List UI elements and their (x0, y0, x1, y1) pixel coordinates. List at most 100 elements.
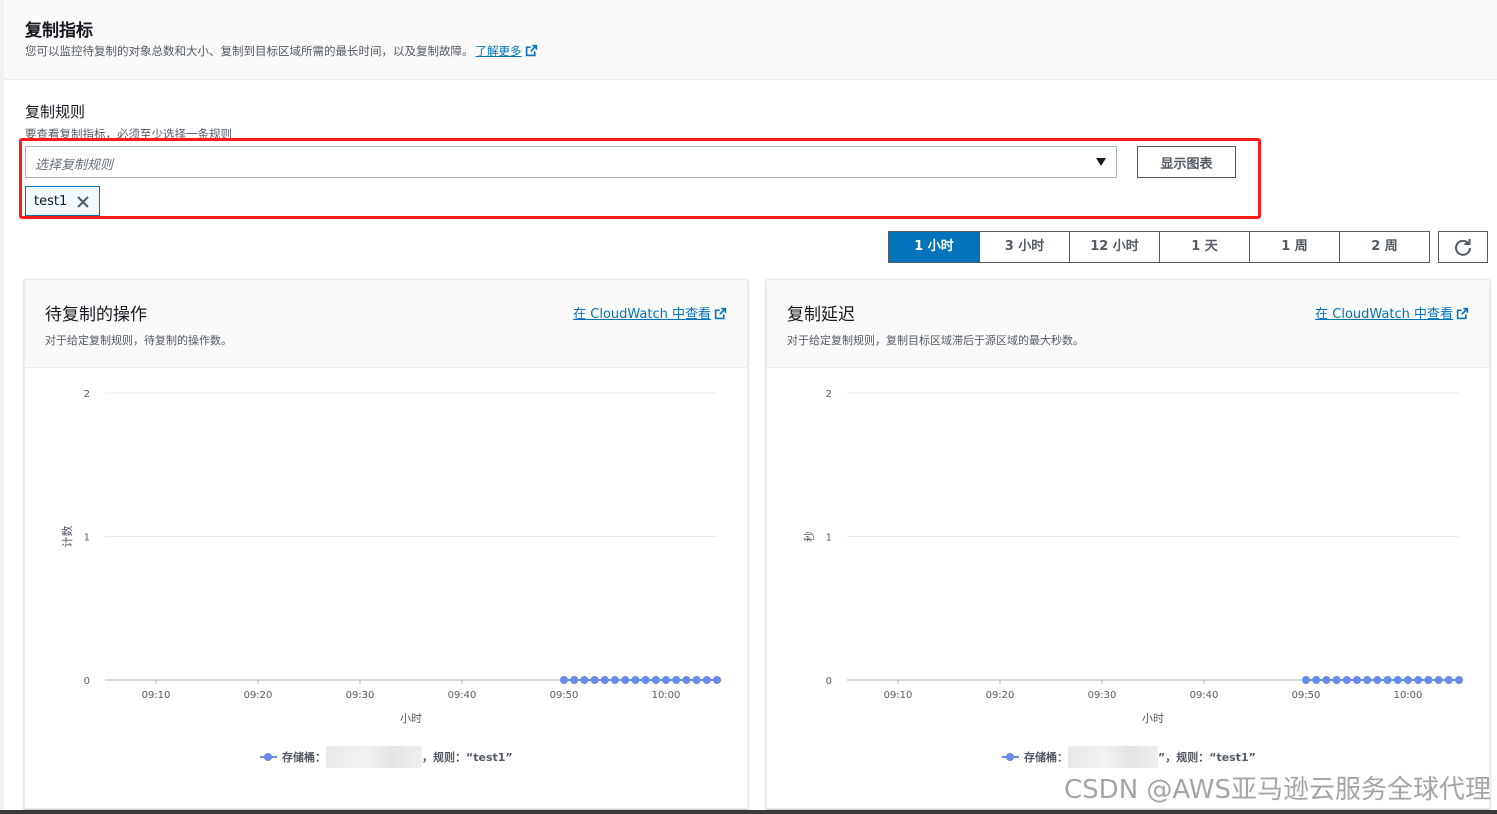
data-point (600, 676, 609, 684)
range-1w-button[interactable]: 1 周 (1249, 232, 1339, 262)
data-point (682, 676, 691, 684)
x-tick-label: 09:30 (1088, 690, 1117, 701)
cloudwatch-link-label: 在 CloudWatch 中查看 (573, 307, 711, 322)
replication-latency-chart: 0 1 2 09:10 09:20 09:30 09:40 09:50 10:00 小时 秒 (802, 389, 1463, 725)
data-point (1312, 676, 1321, 684)
refresh-icon (1455, 239, 1471, 256)
y-axis-label: 秒 (802, 531, 816, 542)
cloudwatch-link[interactable]: 在 CloudWatch 中查看 (1315, 303, 1469, 322)
left-edge (0, 0, 4, 814)
token-label: test1 (34, 194, 68, 209)
x-tick-label: 09:50 (1292, 690, 1321, 701)
x-tick-label: 09:30 (346, 690, 375, 701)
external-link-icon (1456, 307, 1469, 320)
panel-description: 对于给定复制规则，复制目标区域滞后于源区域的最大秒数。 (787, 334, 1084, 347)
legend-suffix: ”，规则：“test1” (1158, 751, 1256, 764)
data-point (662, 676, 670, 684)
x-axis-label: 小时 (400, 712, 422, 725)
refresh-button[interactable] (1438, 231, 1488, 263)
data-point (621, 676, 630, 684)
data-point (1373, 676, 1382, 684)
caret-down-icon (1096, 158, 1106, 166)
chart-legend[interactable]: 存储桶： ”，规则：“test1” (1002, 746, 1256, 768)
panel-title: 复制延迟 (787, 305, 855, 325)
redacted-bucket-name (1068, 746, 1158, 768)
y-tick-label: 1 (826, 533, 832, 544)
data-point (1353, 676, 1361, 684)
data-point (1444, 676, 1453, 684)
watermark: CSDN @AWS亚马逊云服务全球代理 (1064, 775, 1491, 805)
x-tick-label: 09:10 (884, 690, 913, 701)
time-range-group: 1 小时 3 小时 12 小时 1 天 1 周 2 周 (888, 231, 1430, 263)
range-2w-button[interactable]: 2 周 (1339, 232, 1429, 262)
panel-title: 待复制的操作 (45, 305, 147, 325)
data-point (651, 676, 660, 684)
data-point (1404, 676, 1412, 684)
rule-select-placeholder: 选择复制规则 (35, 158, 114, 173)
y-tick-label: 0 (826, 676, 832, 687)
selected-rule-token: test1 (25, 186, 100, 216)
panel-header: 复制延迟 对于给定复制规则，复制目标区域滞后于源区域的最大秒数。 在 Cloud… (767, 280, 1489, 368)
x-tick-label: 10:00 (1394, 690, 1423, 701)
rules-label: 复制规则 (25, 103, 86, 121)
page-title: 复制指标 (25, 21, 93, 41)
data-point (1363, 676, 1372, 684)
legend-suffix: ，规则：“test1” (422, 751, 513, 764)
range-3h-button[interactable]: 3 小时 (979, 232, 1069, 262)
data-point (1322, 676, 1331, 684)
page-header: 复制指标 您可以监控待复制的对象总数和大小、复制到目标区域所需的最长时间，以及复… (4, 0, 1497, 80)
bottom-bar (0, 810, 1497, 814)
y-tick-label: 2 (84, 389, 90, 400)
y-tick-label: 0 (84, 676, 90, 687)
data-point (590, 676, 599, 684)
panel-description: 对于给定复制规则，待复制的操作数。 (45, 334, 232, 347)
data-point (1332, 676, 1341, 684)
page-description: 您可以监控待复制的对象总数和大小、复制到目标区域所需的最长时间，以及复制故障。了… (25, 43, 538, 59)
cloudwatch-link[interactable]: 在 CloudWatch 中查看 (573, 303, 727, 322)
data-point (713, 676, 721, 684)
x-axis-label: 小时 (1142, 712, 1164, 725)
legend-swatch (1002, 752, 1019, 762)
replication-latency-panel: 复制延迟 对于给定复制规则，复制目标区域滞后于源区域的最大秒数。 在 Cloud… (766, 279, 1490, 809)
data-point (570, 676, 579, 684)
rule-select[interactable]: 选择复制规则 (25, 146, 1117, 178)
learn-more-link[interactable]: 了解更多 (476, 44, 522, 58)
x-tick-label: 09:40 (448, 690, 477, 701)
external-link-icon (714, 307, 727, 320)
data-point (692, 676, 701, 684)
data-point (1383, 676, 1392, 684)
y-tick-label: 1 (84, 533, 90, 544)
data-point (631, 676, 640, 684)
close-icon[interactable] (76, 195, 90, 209)
data-point (1434, 676, 1443, 684)
redacted-bucket-name (326, 746, 422, 768)
panel-header: 待复制的操作 对于给定复制规则，待复制的操作数。 在 CloudWatch 中查… (25, 280, 747, 368)
data-point (560, 676, 568, 684)
chart-legend[interactable]: 存储桶： ，规则：“test1” (260, 746, 513, 768)
pending-operations-chart: 0 1 2 09:10 09:20 09:30 09:40 09:50 10:00 小时 计数 (61, 389, 721, 725)
data-point (1393, 676, 1402, 684)
y-tick-label: 2 (826, 389, 832, 400)
show-chart-button[interactable]: 显示图表 (1137, 146, 1236, 178)
cloudwatch-link-label: 在 CloudWatch 中查看 (1315, 307, 1453, 322)
pending-operations-panel: 待复制的操作 对于给定复制规则，待复制的操作数。 在 CloudWatch 中查… (24, 279, 748, 809)
range-1h-button[interactable]: 1 小时 (889, 232, 979, 262)
x-tick-label: 09:10 (142, 690, 171, 701)
legend-prefix: 存储桶： (282, 751, 326, 764)
legend-prefix: 存储桶： (1024, 751, 1068, 764)
x-tick-label: 09:20 (244, 690, 273, 701)
range-1d-button[interactable]: 1 天 (1159, 232, 1249, 262)
data-point (580, 676, 589, 684)
y-axis-label: 计数 (61, 526, 74, 548)
range-12h-button[interactable]: 12 小时 (1069, 232, 1159, 262)
x-tick-label: 09:20 (986, 690, 1015, 701)
external-link-icon[interactable] (525, 44, 538, 57)
data-point (672, 676, 681, 684)
data-point (1302, 676, 1310, 684)
x-tick-label: 09:50 (550, 690, 579, 701)
data-point (641, 676, 650, 684)
x-tick-label: 09:40 (1190, 690, 1219, 701)
data-point (611, 676, 619, 684)
data-point (1455, 676, 1463, 684)
legend-swatch (260, 752, 277, 762)
